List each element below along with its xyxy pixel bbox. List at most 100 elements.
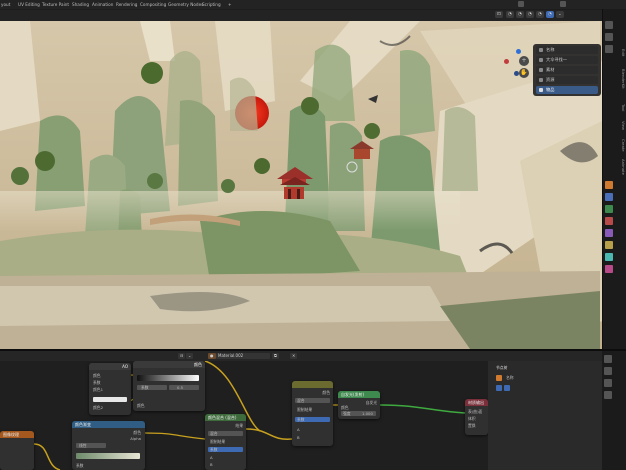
mix-node[interactable]: AO 颜色 系数 颜色1 颜色2 — [89, 363, 131, 415]
shading-wire-button[interactable]: ◔ — [516, 11, 524, 18]
socket-label: 体积 — [468, 416, 476, 421]
panel-row-label: 名称 — [506, 375, 514, 380]
mix-color-node[interactable]: 颜色混合 (混合) 结果 混合 限制结果 系数 A B — [205, 414, 246, 470]
tool-tab-icon[interactable] — [604, 367, 612, 375]
node-header[interactable]: 图像纹理 — [0, 431, 34, 438]
field-value: 1.000 — [362, 411, 373, 416]
node-sidebar-panel: 节点树 名称 — [488, 361, 602, 470]
options-tab-icon[interactable] — [604, 391, 612, 399]
color-ramp-node[interactable]: 颜色 系数 0.5 颜色 — [133, 361, 205, 411]
z-axis-icon[interactable] — [516, 49, 521, 54]
unlink-material-icon[interactable]: ✕ — [290, 353, 298, 359]
view-tab-icon[interactable] — [604, 379, 612, 387]
shading-active-button[interactable]: ◔ — [546, 11, 554, 18]
tab-layout[interactable]: yout — [1, 1, 10, 8]
gradient-bar[interactable] — [137, 375, 199, 381]
play-icon[interactable] — [496, 375, 502, 381]
material-sphere-icon[interactable]: ● — [208, 353, 216, 359]
texture-tab-icon[interactable] — [605, 253, 613, 261]
editor-type-button[interactable]: ⊟ — [178, 353, 186, 359]
shading-solid-button[interactable]: ◔ — [506, 11, 514, 18]
value-field[interactable] — [169, 385, 199, 390]
data-tab-icon[interactable] — [605, 229, 613, 237]
tab-animation[interactable]: Animation — [92, 1, 113, 8]
sidebar-tab-view[interactable]: View — [617, 121, 626, 130]
tab-rendering[interactable]: Rendering — [116, 1, 137, 8]
properties-sidebar: Edit BlenderKit Tool View Create Animate — [602, 9, 626, 349]
modifier-tab-icon[interactable] — [605, 193, 613, 201]
tab-scripting[interactable]: Scripting — [202, 1, 221, 8]
tab-geometry-nodes[interactable]: Geometry Nodes — [168, 1, 203, 8]
tab-uv-editing[interactable]: UV Editing — [18, 1, 40, 8]
socket-label: 自发光 — [365, 400, 377, 405]
panel-row-item[interactable]: 物品 — [536, 86, 598, 94]
image-texture-node[interactable]: 图像纹理 — [0, 431, 34, 470]
sidebar-tab-tool[interactable]: Tool — [617, 104, 626, 111]
field-label: 线性 — [79, 443, 87, 448]
x-axis-icon[interactable] — [504, 59, 509, 64]
shading-render-button[interactable]: ◔ — [536, 11, 544, 18]
object-tab-icon[interactable] — [605, 181, 613, 189]
render-tab-icon[interactable] — [605, 33, 613, 41]
sidebar-tab-animate[interactable]: Animate — [617, 159, 626, 175]
panel-row-search[interactable]: 大伞寻找一 — [536, 56, 598, 64]
sidebar-tab-create[interactable]: Create — [617, 139, 626, 152]
panel-title: 节点树 — [496, 365, 508, 370]
node-header[interactable]: 颜色混合 (混合) — [205, 414, 246, 421]
zoom-icon[interactable]: + — [519, 56, 529, 66]
view-layer-icon[interactable] — [560, 1, 566, 7]
node-header[interactable] — [292, 381, 333, 388]
shading-material-button[interactable]: ◔ — [526, 11, 534, 18]
particles-tab-icon[interactable] — [605, 265, 613, 273]
panel-row-material[interactable]: 素材 — [536, 66, 598, 74]
socket-label: 颜色2 — [93, 405, 104, 410]
node-header[interactable]: AO — [89, 363, 131, 370]
add-workspace-button[interactable]: + — [228, 1, 232, 8]
duplicate-material-icon[interactable]: ⧉ — [272, 353, 279, 359]
node-header[interactable]: 自发光(发射) — [338, 391, 380, 398]
constraints-tab-icon[interactable] — [605, 217, 613, 225]
material-tab-icon[interactable] — [605, 241, 613, 249]
material-name-field[interactable]: Material.002 — [216, 353, 270, 359]
sidebar-tab-blenderkit[interactable]: BlenderKit — [617, 69, 626, 89]
tab-texture-paint[interactable]: Texture Paint — [42, 1, 69, 8]
view-toggle-button[interactable]: ⊡ — [495, 11, 503, 18]
socket-label: 颜色1 — [93, 387, 104, 392]
slot-dropdown[interactable]: ⌄ — [186, 353, 194, 359]
scene-icon[interactable] — [518, 1, 524, 7]
emission-shader-node[interactable]: 自发光(发射) 自发光 颜色 强度 1.000 — [338, 391, 380, 419]
shading-options-dropdown[interactable]: ⌄ — [556, 11, 564, 18]
toggle-icon[interactable] — [496, 385, 502, 391]
output-tab-icon[interactable] — [605, 45, 613, 53]
item-icon — [539, 68, 543, 72]
sidebar-tab-edit[interactable]: Edit — [617, 49, 626, 56]
gradient-bar[interactable] — [76, 453, 140, 459]
material-output-node[interactable]: 材质输出 表(曲)面 体积 置换 — [465, 399, 488, 435]
panel-row-name[interactable]: 名称 — [536, 46, 598, 54]
tab-compositing[interactable]: Compositing — [140, 1, 166, 8]
socket-label: 系数 — [93, 380, 101, 385]
node-header[interactable]: 材质输出 — [465, 399, 488, 406]
socket-label: Alpha — [130, 436, 141, 441]
3d-viewport[interactable]: + ✋ 名称 大伞寻找一 素材 资源 物品 — [0, 21, 602, 349]
node-tab-icon[interactable] — [604, 355, 612, 363]
mix-node-olive[interactable]: 颜色 混合 限制结果 系数 A B — [292, 381, 333, 446]
toggle-icon[interactable] — [504, 385, 510, 391]
item-icon — [539, 48, 543, 52]
socket-label: A — [210, 455, 213, 460]
field-label: 系数 — [210, 447, 218, 452]
socket-label: 颜色 — [322, 390, 330, 395]
node-header[interactable]: 颜色渐变 — [72, 421, 145, 428]
node-header[interactable]: 颜色 — [133, 361, 205, 368]
field-label: 强度 — [343, 411, 351, 416]
node-editor-tabs — [602, 351, 626, 470]
color-swatch[interactable] — [93, 397, 127, 402]
item-icon — [539, 58, 543, 62]
color-ramp-blue-node[interactable]: 颜色渐变 颜色 Alpha 线性 系数 — [72, 421, 145, 470]
panel-row-resource[interactable]: 资源 — [536, 76, 598, 84]
tool-tab-icon[interactable] — [605, 21, 613, 29]
physics-tab-icon[interactable] — [605, 205, 613, 213]
socket-label: 系数 — [76, 463, 84, 468]
pan-hand-icon[interactable]: ✋ — [519, 68, 529, 78]
tab-shading[interactable]: Shading — [72, 1, 89, 8]
